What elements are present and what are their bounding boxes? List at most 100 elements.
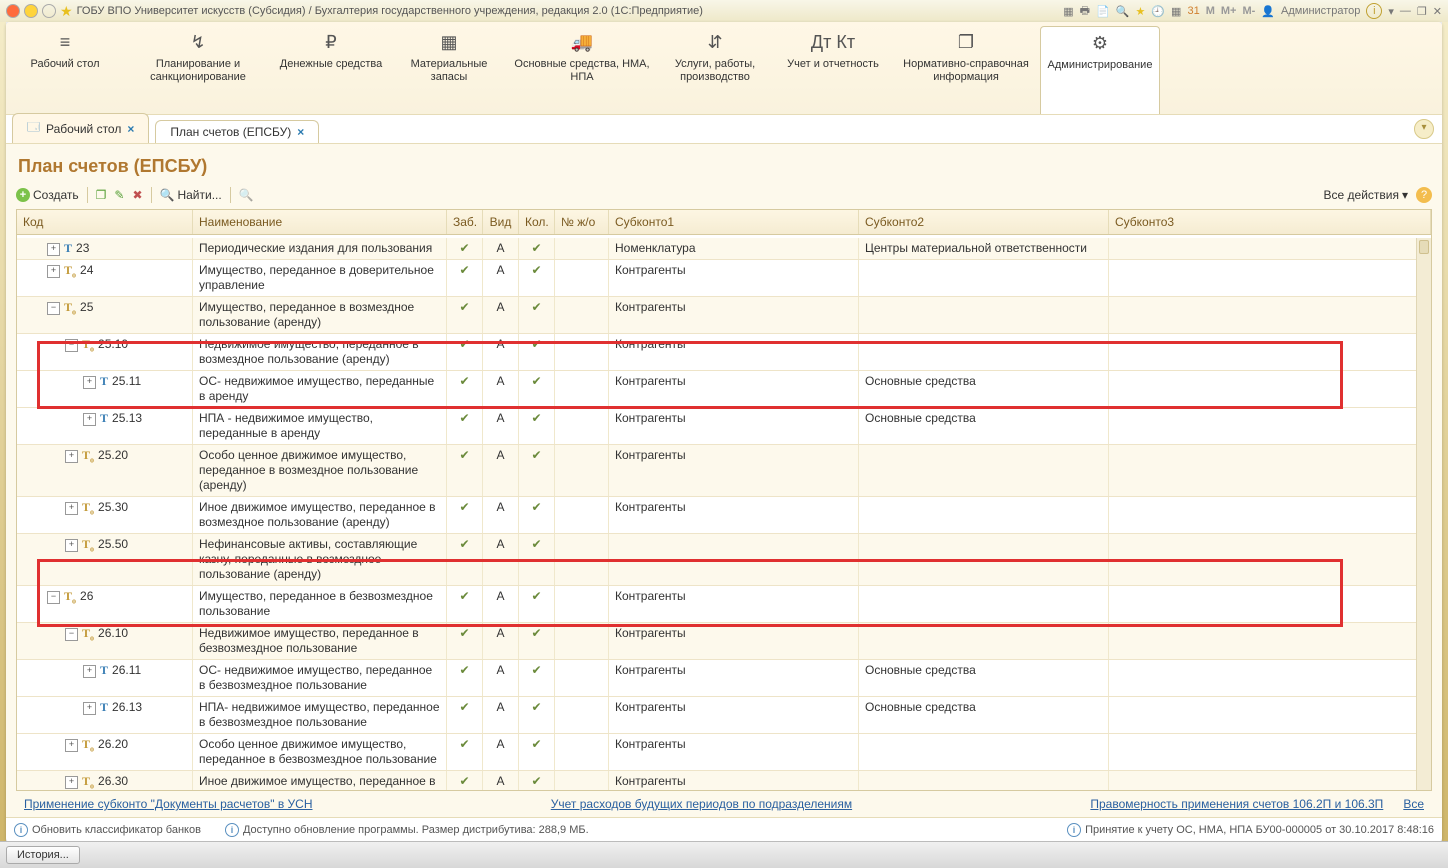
col-name[interactable]: Наименование xyxy=(193,210,447,234)
expand-icon[interactable]: + xyxy=(65,450,78,463)
history-button[interactable]: История... xyxy=(6,846,80,864)
expand-icon[interactable]: + xyxy=(65,539,78,552)
table-row[interactable]: +T25.11ОС- недвижимое имущество, передан… xyxy=(17,371,1417,408)
account-type-icon: To xyxy=(64,589,76,606)
account-name: Нефинансовые активы, составляющие казну,… xyxy=(193,534,447,585)
toolbar-icon[interactable]: 🕘 xyxy=(1151,5,1165,18)
table-row[interactable]: +T26.11ОС- недвижимое имущество, передан… xyxy=(17,660,1417,697)
link-rbp[interactable]: Учет расходов будущих периодов по подраз… xyxy=(551,797,852,811)
collapse-icon[interactable]: − xyxy=(47,302,60,315)
table-row[interactable]: −To26.10Недвижимое имущество, переданное… xyxy=(17,623,1417,660)
ribbon-item[interactable]: ↯Планирование и санкционирование xyxy=(124,30,272,114)
status-item[interactable]: iПринятие к учету ОС, НМА, НПА БУ00-0000… xyxy=(1067,823,1434,837)
link-106[interactable]: Правомерность применения счетов 106.2П и… xyxy=(1090,797,1383,811)
expand-icon[interactable]: + xyxy=(65,776,78,789)
table-row[interactable]: +To26.30Иное движимое имущество, передан… xyxy=(17,771,1417,790)
ribbon-item[interactable]: Дт КтУчет и отчетность xyxy=(774,30,892,114)
tab-desktop[interactable]: 🗔 Рабочий стол × xyxy=(12,113,149,143)
memory-m-minus[interactable]: M- xyxy=(1242,5,1255,17)
close-icon[interactable]: × xyxy=(297,125,304,139)
status-item[interactable]: iДоступно обновление программы. Размер д… xyxy=(225,823,589,837)
table-row[interactable]: −To25Имущество, переданное в возмездное … xyxy=(17,297,1417,334)
table-row[interactable]: +T26.13НПА- недвижимое имущество, переда… xyxy=(17,697,1417,734)
col-sub3[interactable]: Субконто3 xyxy=(1109,210,1431,234)
find-button[interactable]: 🔍 Найти... xyxy=(160,188,222,202)
user-name[interactable]: Администратор xyxy=(1281,5,1360,17)
table-row[interactable]: +To26.20Особо ценное движимое имущество,… xyxy=(17,734,1417,771)
account-code: 25.13 xyxy=(112,411,142,426)
clear-find-button[interactable]: 🔍 xyxy=(239,188,254,202)
table-row[interactable]: +T25.13НПА - недвижимое имущество, перед… xyxy=(17,408,1417,445)
col-njo[interactable]: № ж/о xyxy=(555,210,609,234)
col-sub1[interactable]: Субконто1 xyxy=(609,210,859,234)
ribbon-item[interactable]: 🚚Основные средства, НМА, НПА xyxy=(508,30,656,114)
calendar-icon[interactable]: 31 xyxy=(1187,5,1199,17)
toolbar-icon[interactable]: ▦ xyxy=(1171,5,1181,18)
col-code[interactable]: Код xyxy=(17,210,193,234)
expand-icon[interactable]: + xyxy=(65,502,78,515)
table-row[interactable]: −To26Имущество, переданное в безвозмездн… xyxy=(17,586,1417,623)
close-icon[interactable]: ✕ xyxy=(1433,5,1442,18)
link-all[interactable]: Все xyxy=(1403,797,1424,811)
delete-button[interactable]: ✖ xyxy=(132,188,142,202)
ribbon-item[interactable]: ₽Денежные средства xyxy=(272,30,390,114)
link-usn[interactable]: Применение субконто "Документы расчетов"… xyxy=(24,797,313,811)
table-row[interactable]: +To25.20Особо ценное движимое имущество,… xyxy=(17,445,1417,497)
user-icon: 👤 xyxy=(1261,5,1275,18)
tab-label: План счетов (ЕПСБУ) xyxy=(170,125,291,139)
window-close-icon[interactable] xyxy=(6,4,20,18)
table-row[interactable]: +To25.30Иное движимое имущество, передан… xyxy=(17,497,1417,534)
maximize-icon[interactable]: ❐ xyxy=(1417,5,1427,18)
minimize-icon[interactable]: — xyxy=(1400,5,1411,17)
col-sub2[interactable]: Субконто2 xyxy=(859,210,1109,234)
ribbon-item[interactable]: ⇵Услуги, работы, производство xyxy=(656,30,774,114)
expand-icon[interactable]: + xyxy=(65,739,78,752)
collapse-icon[interactable]: − xyxy=(65,339,78,352)
favorite-icon[interactable]: ★ xyxy=(1135,5,1145,18)
expand-icon[interactable]: + xyxy=(83,413,96,426)
expand-icon[interactable]: + xyxy=(83,702,96,715)
table-row[interactable]: +To25.50Нефинансовые активы, составляющи… xyxy=(17,534,1417,586)
cell-sub1: Контрагенты xyxy=(609,734,859,770)
expand-icon[interactable]: + xyxy=(47,243,60,256)
cell-sub1: Контрагенты xyxy=(609,586,859,622)
tab-plan-schetov[interactable]: План счетов (ЕПСБУ) × xyxy=(155,120,319,143)
expand-icon[interactable]: + xyxy=(83,665,96,678)
toolbar-icon[interactable]: 📄 xyxy=(1096,5,1110,18)
col-vid[interactable]: Вид xyxy=(483,210,519,234)
ribbon-item[interactable]: ≡Рабочий стол xyxy=(6,30,124,114)
ribbon-item[interactable]: ▦Материальные запасы xyxy=(390,30,508,114)
all-actions-button[interactable]: Все действия ▾ xyxy=(1324,188,1409,202)
table-row[interactable]: +To24Имущество, переданное в доверительн… xyxy=(17,260,1417,297)
table-row[interactable]: +T23Периодические издания для пользовани… xyxy=(17,238,1417,260)
toolbar-icon[interactable]: 🔍 xyxy=(1116,5,1130,18)
toolbar-icon[interactable]: 🖶 xyxy=(1080,2,1090,21)
info-icon[interactable]: i xyxy=(1366,3,1382,19)
ribbon-item[interactable]: ⚙Администрирование xyxy=(1040,26,1160,114)
help-icon[interactable]: ? xyxy=(1416,187,1432,203)
memory-m[interactable]: M xyxy=(1206,5,1215,17)
cell-sub1: Контрагенты xyxy=(609,697,859,733)
edit-button[interactable]: ✎ xyxy=(114,188,124,202)
create-button[interactable]: + Создать xyxy=(16,188,79,202)
favorite-icon[interactable]: ★ xyxy=(60,3,73,20)
status-item[interactable]: iОбновить классификатор банков xyxy=(14,823,201,837)
col-zab[interactable]: Заб. xyxy=(447,210,483,234)
window-maximize-icon[interactable] xyxy=(42,4,56,18)
ribbon-item[interactable]: ❐Нормативно-справочная информация xyxy=(892,30,1040,114)
dropdown-icon[interactable]: ▾ xyxy=(1388,5,1394,18)
close-icon[interactable]: × xyxy=(127,122,134,136)
col-kol[interactable]: Кол. xyxy=(519,210,555,234)
expand-icon[interactable]: + xyxy=(47,265,60,278)
vertical-scrollbar[interactable] xyxy=(1416,238,1431,790)
window-minimize-icon[interactable] xyxy=(24,4,38,18)
copy-button[interactable]: ❐ xyxy=(96,188,107,202)
expand-icon[interactable]: + xyxy=(83,376,96,389)
toolbar-icon[interactable]: ▦ xyxy=(1063,5,1073,18)
cell-sub1: Контрагенты xyxy=(609,660,859,696)
table-row[interactable]: −To25.10Недвижимое имущество, переданное… xyxy=(17,334,1417,371)
collapse-icon[interactable]: − xyxy=(47,591,60,604)
memory-m-plus[interactable]: M+ xyxy=(1221,5,1237,17)
tabs-dropdown-icon[interactable]: ▾ xyxy=(1414,119,1434,139)
collapse-icon[interactable]: − xyxy=(65,628,78,641)
